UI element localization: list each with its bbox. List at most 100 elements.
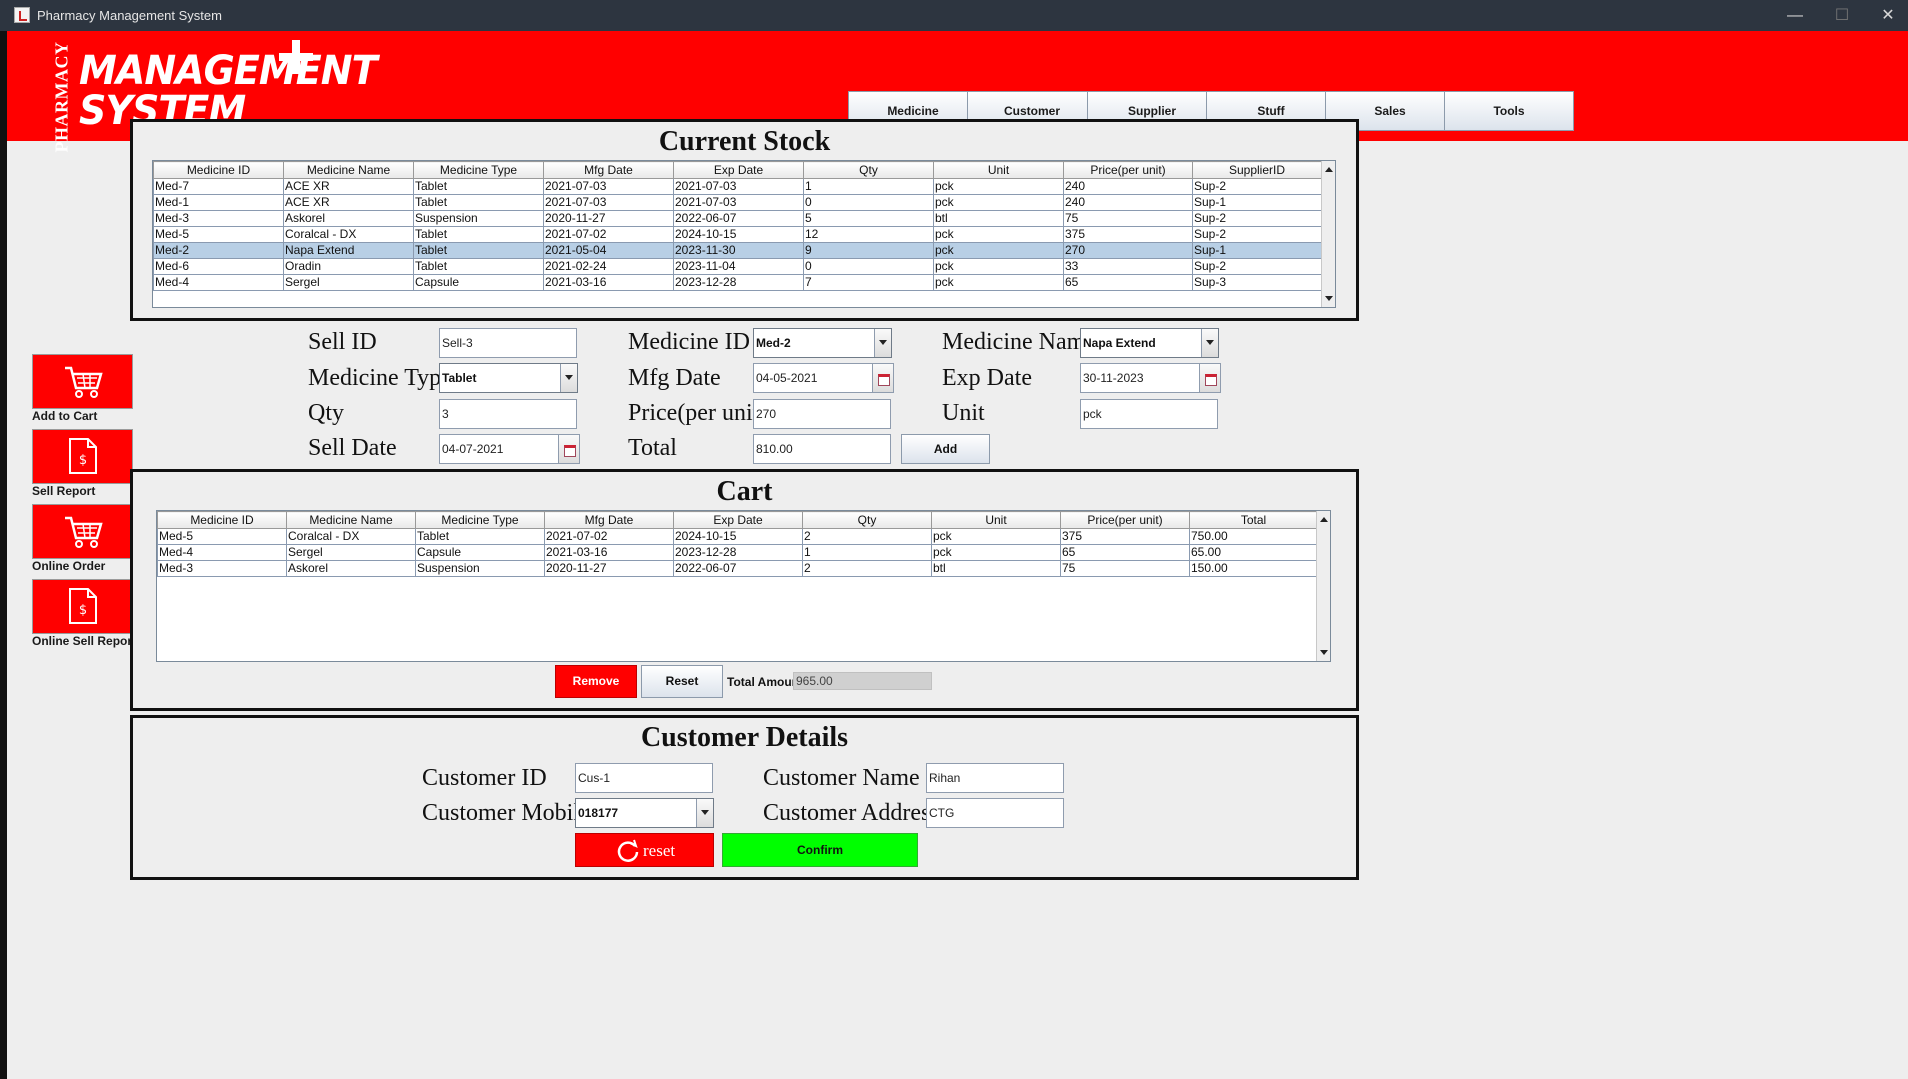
scroll-down-icon[interactable] xyxy=(1320,650,1328,655)
stock-table-row[interactable]: Med-1 ACE XR Tablet 2021-07-03 2021-07-03 0 pc… xyxy=(153,194,1322,211)
cart-table-row[interactable]: Med-3 Askorel Suspension 2020-11-27 2022-06-… xyxy=(157,560,1318,577)
nav-tools-button[interactable]: Tools xyxy=(1444,91,1574,131)
add-to-cart-button[interactable] xyxy=(32,354,133,409)
cart-table-cell: Coralcal - DX xyxy=(286,528,416,545)
online-order-button[interactable] xyxy=(32,504,133,559)
stock-table-row[interactable]: Med-4 Sergel Capsule 2021-03-16 2023-12-28 7 p… xyxy=(153,274,1322,291)
stock-table-cell: 270 xyxy=(1063,242,1193,259)
stock-table-row[interactable]: Med-6 Oradin Tablet 2021-02-24 2023-11-04 0 pc… xyxy=(153,258,1322,275)
cart-column-header[interactable]: Price(per unit) xyxy=(1060,511,1190,529)
customer-mobile-dropdown[interactable]: 018177 xyxy=(575,798,714,828)
sell-date-field[interactable]: 04-07-2021 xyxy=(439,434,559,464)
exp-date-field[interactable]: 30-11-2023 xyxy=(1080,363,1200,393)
cart-column-header[interactable]: Medicine Type xyxy=(415,511,545,529)
medicine-type-dropdown[interactable]: Tablet xyxy=(439,363,578,393)
confirm-button[interactable]: Confirm xyxy=(722,833,918,867)
cart-table-cell: Tablet xyxy=(415,528,545,545)
cart-column-header[interactable]: Total xyxy=(1189,511,1318,529)
cart-table-cell: 2020-11-27 xyxy=(544,560,674,577)
add-button[interactable]: Add xyxy=(901,434,990,464)
total-field[interactable]: 810.00 xyxy=(753,434,891,464)
cart-column-header[interactable]: Mfg Date xyxy=(544,511,674,529)
cart-reset-button[interactable]: Reset xyxy=(641,665,723,698)
customer-name-field[interactable]: Rihan xyxy=(926,763,1064,793)
cart-table-scrollbar[interactable] xyxy=(1316,511,1330,661)
calendar-icon[interactable] xyxy=(558,434,580,464)
stock-column-header[interactable]: Medicine Type xyxy=(413,161,544,179)
calendar-icon[interactable] xyxy=(872,363,894,393)
stock-table-cell: 0 xyxy=(803,194,934,211)
cart-table-cell: Med-3 xyxy=(157,560,287,577)
stock-table-cell: Med-4 xyxy=(153,274,284,291)
medicine-id-dropdown[interactable]: Med-2 xyxy=(753,328,892,358)
stock-table-row[interactable]: Med-5 Coralcal - DX Tablet 2021-07-02 2024-1… xyxy=(153,226,1322,243)
stock-column-header[interactable]: SupplierID xyxy=(1192,161,1322,179)
stock-table-cell: 2021-02-24 xyxy=(543,258,674,275)
stock-table-cell: 2021-07-02 xyxy=(543,226,674,243)
cart-column-header[interactable]: Exp Date xyxy=(673,511,803,529)
customer-address-field[interactable]: CTG xyxy=(926,798,1064,828)
current-stock-panel: Current Stock Medicine ID Medicine Name Me… xyxy=(130,119,1359,321)
chevron-down-icon[interactable] xyxy=(696,799,713,827)
scroll-down-icon[interactable] xyxy=(1325,296,1333,301)
scroll-up-icon[interactable] xyxy=(1320,517,1328,522)
cart-column-header[interactable]: Qty xyxy=(802,511,932,529)
close-button[interactable]: ✕ xyxy=(1865,2,1908,29)
online-sell-report-button[interactable]: $ xyxy=(32,579,133,634)
cart-column-header[interactable]: Medicine Name xyxy=(286,511,416,529)
stock-table-cell: Sup-2 xyxy=(1192,258,1322,275)
stock-column-header[interactable]: Qty xyxy=(803,161,934,179)
stock-table-cell: Med-6 xyxy=(153,258,284,275)
cart-icon xyxy=(65,516,103,548)
cart-table-cell: 65 xyxy=(1060,544,1190,561)
qty-field[interactable]: 3 xyxy=(439,399,577,429)
medicine-name-dropdown[interactable]: Napa Extend xyxy=(1080,328,1219,358)
stock-table-cell: Coralcal - DX xyxy=(283,226,414,243)
total-amount-field: 965.00 xyxy=(793,672,932,690)
scroll-up-icon[interactable] xyxy=(1325,167,1333,172)
maximize-button[interactable]: ☐ xyxy=(1819,2,1865,29)
chevron-down-icon[interactable] xyxy=(874,329,891,357)
medicine-type-label: Medicine Type xyxy=(308,365,452,391)
sell-id-field[interactable]: Sell-3 xyxy=(439,328,577,358)
stock-column-header[interactable]: Medicine ID xyxy=(153,161,284,179)
stock-table-cell: pck xyxy=(933,274,1064,291)
cart-column-header[interactable]: Medicine ID xyxy=(157,511,287,529)
customer-reset-button[interactable]: reset xyxy=(575,833,714,867)
calendar-icon[interactable] xyxy=(1199,363,1221,393)
stock-table-cell: 1 xyxy=(803,178,934,195)
stock-column-header[interactable]: Unit xyxy=(933,161,1064,179)
mfg-date-field[interactable]: 04-05-2021 xyxy=(753,363,873,393)
logo-vertical-text: PHARMACY xyxy=(51,41,72,153)
sell-report-button[interactable]: $ xyxy=(32,429,133,484)
remove-button[interactable]: Remove xyxy=(555,665,637,698)
cart-table-cell: Askorel xyxy=(286,560,416,577)
chevron-down-icon[interactable] xyxy=(1201,329,1218,357)
stock-table-scrollbar[interactable] xyxy=(1321,161,1335,307)
stock-table-cell: Suspension xyxy=(413,210,544,227)
stock-column-header[interactable]: Medicine Name xyxy=(283,161,414,179)
cart-column-header[interactable]: Unit xyxy=(931,511,1061,529)
customer-id-field[interactable]: Cus-1 xyxy=(575,763,713,793)
stock-table-row[interactable]: Med-7 ACE XR Tablet 2021-07-03 2021-07-03 1 pc… xyxy=(153,178,1322,195)
stock-column-header[interactable]: Price(per unit) xyxy=(1063,161,1193,179)
stock-table-cell: Med-7 xyxy=(153,178,284,195)
stock-column-header[interactable]: Mfg Date xyxy=(543,161,674,179)
price-field[interactable]: 270 xyxy=(753,399,891,429)
stock-column-header[interactable]: Exp Date xyxy=(673,161,804,179)
customer-address-label: Customer Address xyxy=(763,800,940,826)
minimize-button[interactable]: — xyxy=(1772,2,1818,29)
refresh-icon xyxy=(617,839,639,862)
chevron-down-icon[interactable] xyxy=(560,364,577,392)
cart-table-cell: 2021-03-16 xyxy=(544,544,674,561)
unit-field[interactable]: pck xyxy=(1080,399,1218,429)
medicine-id-value: Med-2 xyxy=(756,336,791,350)
stock-table-cell: btl xyxy=(933,210,1064,227)
stock-table-cell: 9 xyxy=(803,242,934,259)
online-order-label: Online Order xyxy=(32,559,106,573)
stock-table-row[interactable]: Med-2 Napa Extend Tablet 2021-05-04 2023-11-… xyxy=(153,242,1322,259)
cart-table-row[interactable]: Med-4 Sergel Capsule 2021-03-16 2023-12-28 1 p… xyxy=(157,544,1318,561)
stock-table-row[interactable]: Med-3 Askorel Suspension 2020-11-27 2022-06-… xyxy=(153,210,1322,227)
stock-table-cell: 0 xyxy=(803,258,934,275)
cart-table-row[interactable]: Med-5 Coralcal - DX Tablet 2021-07-02 2024-1… xyxy=(157,528,1318,545)
